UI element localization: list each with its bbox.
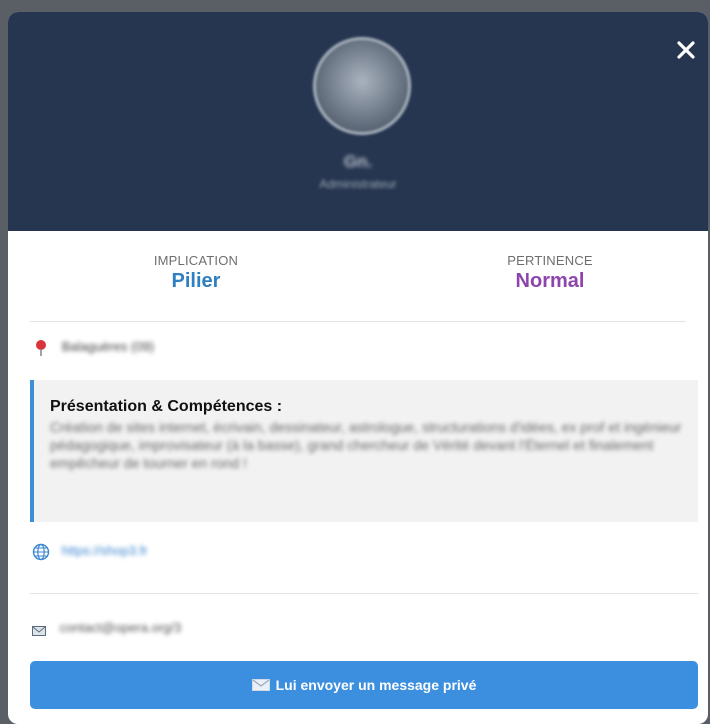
presentation-title: Présentation & Compétences : [50, 398, 283, 415]
email-icon [32, 624, 46, 636]
email-row: contact@opera.org/3 [32, 620, 182, 636]
implication-label: IMPLICATION [153, 253, 239, 268]
map-pin-icon [34, 339, 48, 357]
globe-icon [32, 543, 50, 561]
website-row: https://shop3.fr [32, 543, 148, 561]
profile-modal: Gn. Administrateur IMPLICATION Pilier PE… [8, 12, 708, 724]
pertinence-stat: PERTINENCE Normal [450, 253, 650, 293]
email-text[interactable]: contact@opera.org/3 [60, 620, 182, 635]
presentation-text: Création de sites internet, écrivain, de… [50, 419, 682, 471]
stats-row: IMPLICATION Pilier PERTINENCE Normal [30, 231, 686, 322]
divider [30, 593, 698, 594]
profile-name: Gn. [343, 152, 373, 171]
avatar [316, 40, 408, 132]
send-message-label: Lui envoyer un message privé [275, 677, 477, 693]
website-link[interactable]: https://shop3.fr [62, 543, 148, 558]
pertinence-label: PERTINENCE [507, 253, 593, 268]
presentation-box: Présentation & Compétences : Création de… [30, 380, 698, 522]
location-text: Balaguères (09) [61, 339, 155, 355]
close-icon[interactable] [674, 38, 698, 62]
implication-stat: IMPLICATION Pilier [96, 253, 296, 293]
location-row: Balaguères (09) [34, 339, 154, 357]
send-message-button[interactable]: Lui envoyer un message privé [30, 661, 698, 709]
implication-value: Pilier [171, 270, 221, 292]
pertinence-value: Normal [515, 270, 585, 292]
profile-role: Administrateur [319, 177, 397, 191]
envelope-icon [251, 679, 270, 691]
profile-header: Gn. Administrateur [8, 12, 708, 231]
